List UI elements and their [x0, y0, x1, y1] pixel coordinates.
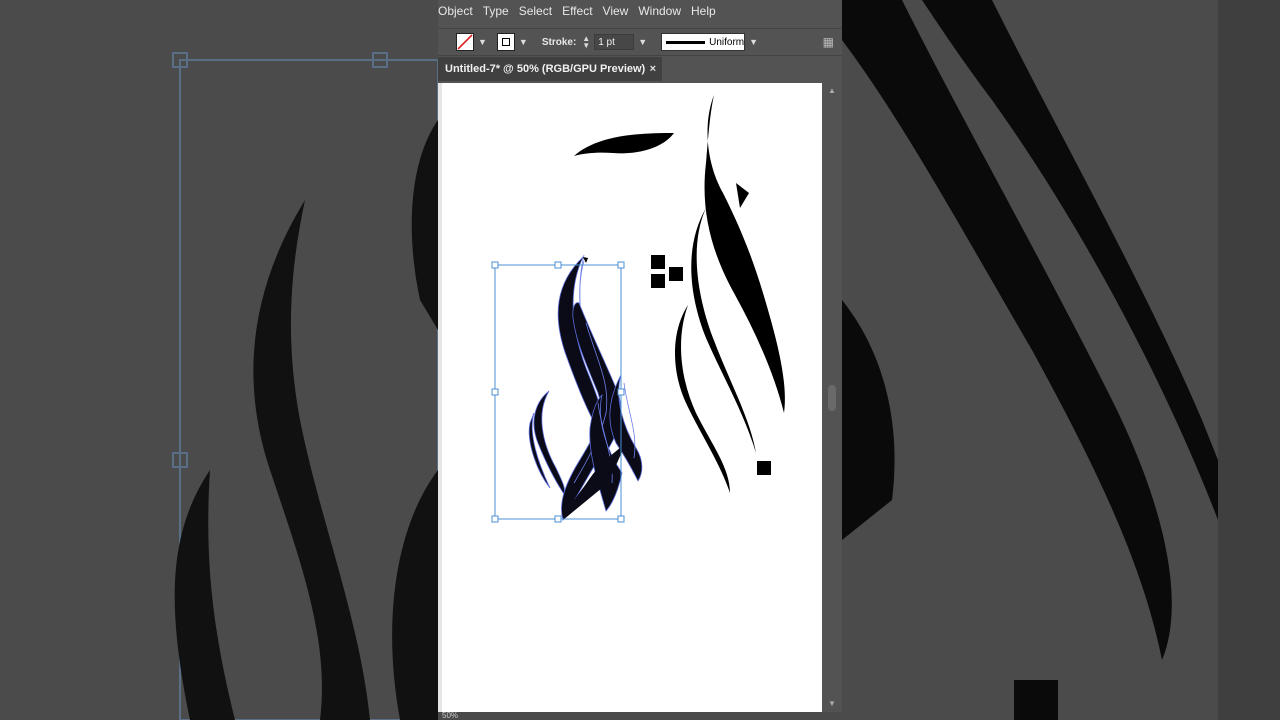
selected-calligraphy-group[interactable]	[528, 254, 643, 522]
dot-4[interactable]	[757, 461, 771, 475]
background-left-art	[172, 52, 438, 720]
stroke-label[interactable]: Stroke:	[542, 37, 576, 48]
stroke-swatch-icon	[501, 38, 510, 46]
document-tab-bar: Untitled-7* @ 50% (RGB/GPU Preview) ×	[438, 57, 842, 81]
no-fill-icon	[457, 34, 473, 50]
menu-object[interactable]: Object	[438, 4, 479, 18]
artboard-canvas[interactable]	[438, 83, 822, 712]
status-bar: 50%	[438, 711, 842, 720]
menu-select[interactable]: Select	[519, 4, 558, 18]
handle-bottom-left[interactable]	[491, 515, 499, 523]
stroke-weight-field[interactable]: 1 pt	[594, 34, 635, 50]
control-bar: ▼ ▼ Stroke: ▲ ▼ 1 pt ▼ Uniform ▼ ▦	[438, 28, 842, 56]
fill-swatch[interactable]	[456, 33, 474, 51]
stroke-stepper-icon[interactable]: ▲ ▼	[582, 35, 590, 50]
calligraphy-madda[interactable]	[574, 133, 674, 156]
menu-window[interactable]: Window	[638, 4, 687, 18]
scroll-up-icon[interactable]: ▲	[828, 86, 836, 95]
handle-top-left[interactable]	[491, 261, 499, 269]
artboard-left-edge	[438, 83, 442, 712]
background-right-art	[842, 0, 1218, 720]
stroke-profile-label: Uniform	[709, 36, 745, 48]
stroke-swatch[interactable]	[496, 33, 515, 51]
handle-top-right[interactable]	[617, 261, 625, 269]
document-tab[interactable]: Untitled-7* @ 50% (RGB/GPU Preview) ×	[438, 57, 662, 81]
fill-dropdown-icon[interactable]: ▼	[478, 37, 487, 47]
menu-help[interactable]: Help	[691, 4, 722, 18]
close-tab-icon[interactable]: ×	[650, 63, 656, 75]
stroke-dropdown-icon[interactable]: ▼	[519, 37, 528, 47]
stroke-profile-dropdown-icon[interactable]: ▼	[749, 37, 758, 47]
stroke-profile-select[interactable]: Uniform	[661, 33, 746, 51]
menu-bar: Object Type Select Effect View Window He…	[438, 0, 842, 22]
handle-middle-left[interactable]	[491, 388, 499, 396]
background-edge	[1218, 0, 1280, 720]
zoom-level[interactable]: 50%	[442, 711, 458, 720]
document-tab-title: Untitled-7* @ 50% (RGB/GPU Preview)	[445, 63, 646, 75]
calligraphy-stroke-3[interactable]	[675, 305, 730, 493]
dot-2[interactable]	[669, 267, 683, 281]
background-left-blurred	[0, 0, 438, 720]
illustrator-window: Object Type Select Effect View Window He…	[438, 0, 842, 720]
handle-bottom-right[interactable]	[617, 515, 625, 523]
background-right-blurred	[842, 0, 1280, 720]
handle-top-center[interactable]	[554, 261, 562, 269]
menu-view[interactable]: View	[603, 4, 635, 18]
scrollbar-thumb[interactable]	[828, 385, 836, 411]
menu-type[interactable]: Type	[483, 4, 515, 18]
arrange-documents-icon[interactable]: ▦	[823, 35, 834, 49]
dot-1[interactable]	[651, 255, 665, 269]
handle-middle-right[interactable]	[617, 388, 625, 396]
calligraphy-notch	[736, 183, 749, 208]
stroke-weight-dropdown-icon[interactable]: ▼	[638, 37, 647, 47]
scroll-down-icon[interactable]: ▼	[828, 699, 836, 708]
dot-3[interactable]	[651, 274, 665, 288]
stroke-profile-line-icon	[666, 40, 706, 44]
artwork	[438, 83, 785, 712]
vertical-scrollbar[interactable]: ▲ ▼	[823, 83, 842, 712]
calligraphy-alif-tall[interactable]	[704, 95, 785, 413]
handle-bottom-center[interactable]	[554, 515, 562, 523]
menu-effect[interactable]: Effect	[562, 4, 598, 18]
